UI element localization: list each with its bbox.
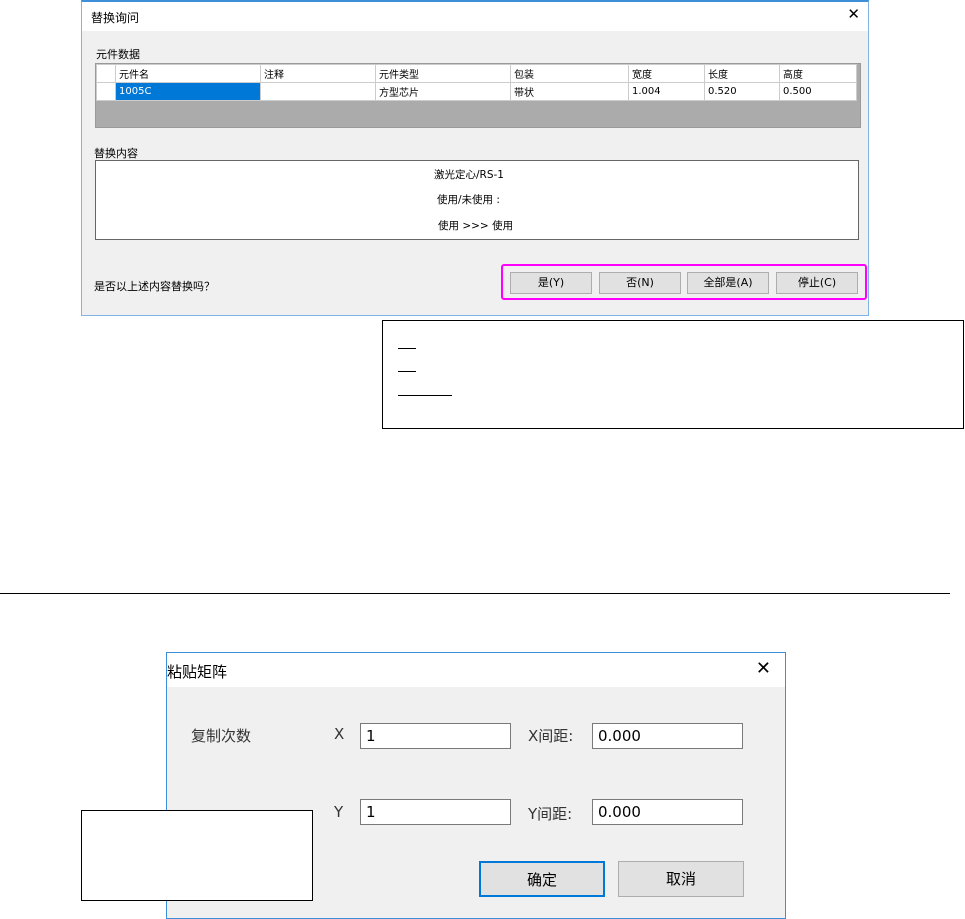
- cell-name[interactable]: 1005C: [115, 82, 261, 101]
- line-mark: [398, 395, 452, 396]
- col-header[interactable]: 高度: [779, 64, 857, 83]
- grid-header: 元件名 注释 元件类型 包装 宽度 长度 高度: [96, 64, 857, 83]
- col-header[interactable]: 宽度: [628, 64, 705, 83]
- divider: [0, 593, 950, 594]
- yes-button[interactable]: 是(Y): [510, 272, 592, 294]
- cell-width[interactable]: 1.004: [628, 82, 705, 101]
- cell-package[interactable]: 带状: [510, 82, 629, 101]
- y-label: Y: [334, 803, 344, 821]
- ok-button[interactable]: 确定: [479, 861, 605, 897]
- y-count-input[interactable]: [360, 799, 511, 825]
- blank-overlay-box: [81, 810, 313, 901]
- content-line: 使用/未使用 :: [437, 194, 500, 206]
- x-count-input[interactable]: [360, 723, 511, 749]
- col-header[interactable]: 长度: [704, 64, 780, 83]
- replace-content-box: 激光定心/RS-1 使用/未使用 : 使用 >>> 使用: [95, 160, 859, 240]
- cell-length[interactable]: 0.520: [704, 82, 780, 101]
- x-pitch-input[interactable]: [592, 723, 743, 749]
- table-row[interactable]: 1005C 方型芯片 带状 1.004 0.520 0.500: [96, 82, 857, 101]
- y-pitch-label: Y间距:: [528, 805, 573, 823]
- col-header[interactable]: 注释: [260, 64, 376, 83]
- line-mark: [398, 348, 416, 349]
- replace-query-dialog: 替换询问 ✕ 元件数据 元件名 注释 元件类型 包装 宽度 长度 高度 1005…: [81, 0, 869, 316]
- yes-to-all-button[interactable]: 全部是(A): [687, 272, 769, 294]
- stop-button[interactable]: 停止(C): [776, 272, 858, 294]
- x-label: X: [334, 725, 345, 743]
- dialog-title: 替换询问: [91, 11, 140, 25]
- col-header[interactable]: 元件名: [115, 64, 261, 83]
- cancel-button[interactable]: 取消: [618, 861, 744, 897]
- title-bar: 替换询问 ✕: [82, 2, 868, 31]
- component-grid: 元件名 注释 元件类型 包装 宽度 长度 高度 1005C 方型芯片 带状 1.…: [95, 63, 861, 128]
- cell-comment[interactable]: [260, 82, 376, 101]
- cell-type[interactable]: 方型芯片: [375, 82, 511, 101]
- button-highlight: 是(Y) 否(N) 全部是(A) 停止(C): [501, 264, 867, 300]
- no-button[interactable]: 否(N): [599, 272, 681, 294]
- dialog-title: 粘贴矩阵: [167, 663, 228, 681]
- y-pitch-input[interactable]: [592, 799, 743, 825]
- close-icon[interactable]: ✕: [756, 658, 771, 679]
- content-line: 激光定心/RS-1: [434, 169, 504, 181]
- question-text: 是否以上述内容替换吗？: [94, 280, 215, 293]
- copy-count-label: 复制次数: [191, 727, 252, 745]
- line-mark: [398, 371, 416, 372]
- legend-box: [382, 320, 964, 429]
- component-data-label: 元件数据: [96, 48, 140, 61]
- close-icon[interactable]: ✕: [847, 5, 860, 23]
- x-pitch-label: X间距:: [528, 727, 574, 745]
- title-bar: 粘贴矩阵 ✕: [167, 653, 785, 687]
- col-header[interactable]: 包装: [510, 64, 629, 83]
- col-header[interactable]: 元件类型: [375, 64, 511, 83]
- replace-content-label: 替换内容: [94, 147, 138, 160]
- cell-height[interactable]: 0.500: [779, 82, 857, 101]
- content-line: 使用 >>> 使用: [438, 220, 514, 232]
